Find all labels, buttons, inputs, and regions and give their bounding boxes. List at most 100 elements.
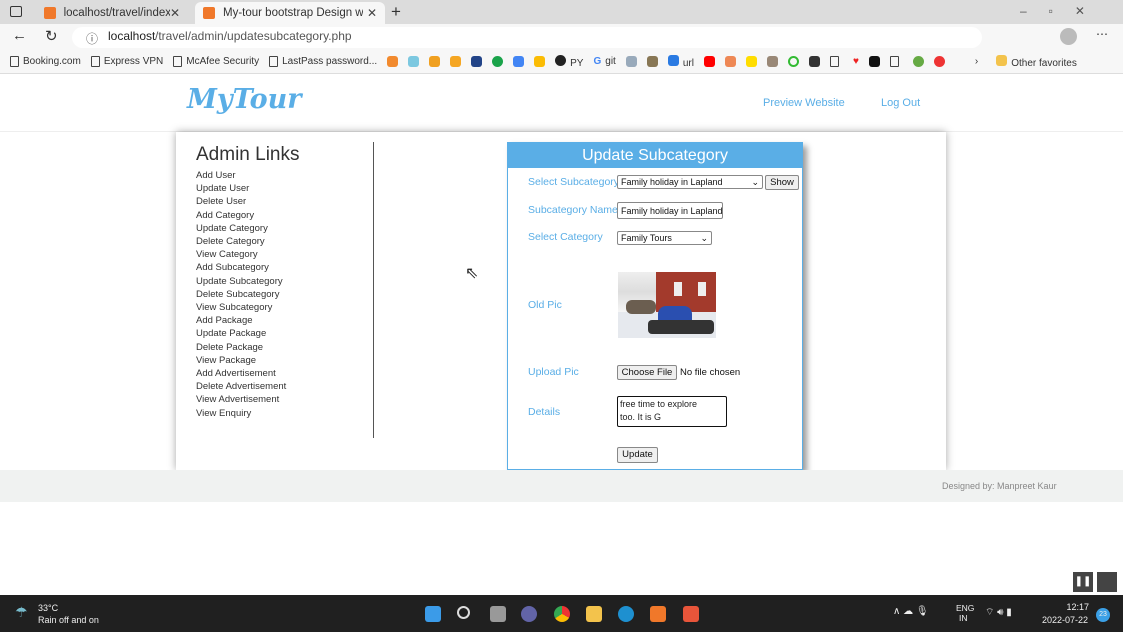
bookmark-icon[interactable] <box>829 56 839 67</box>
admin-link[interactable]: Delete Subcategory <box>196 288 286 301</box>
bookmark-icon[interactable] <box>429 56 441 67</box>
category-select[interactable]: Family Tours ⌄ <box>617 231 712 245</box>
tab-index[interactable]: localhost/travel/index.php#sectio✕ <box>36 2 188 24</box>
edge-icon[interactable] <box>618 606 634 622</box>
admin-link[interactable]: Update Package <box>196 327 286 340</box>
tab-mytour[interactable]: My-tour bootstrap Design websi✕ <box>195 2 385 24</box>
notification-badge[interactable]: 23 <box>1096 608 1110 622</box>
bookmark[interactable]: LastPass password... <box>269 55 377 67</box>
bookmark-icon[interactable] <box>912 56 924 67</box>
clock-time[interactable]: 12:17 <box>1059 602 1089 612</box>
admin-link[interactable]: View Package <box>196 354 286 367</box>
admin-link[interactable]: Update User <box>196 182 286 195</box>
admin-link[interactable]: View Enquiry <box>196 407 286 420</box>
bookmark[interactable]: McAfee Security <box>173 55 259 67</box>
task-view-icon[interactable] <box>490 606 506 622</box>
system-tray-icons[interactable]: ⌔ 🔊︎ ▮ <box>985 606 1012 619</box>
preview-website-link[interactable]: Preview Website <box>763 97 845 109</box>
logo[interactable]: MyTour <box>187 84 301 115</box>
admin-link[interactable]: Add Subcategory <box>196 261 286 274</box>
choose-file-button[interactable]: Choose File <box>617 365 677 380</box>
admin-link[interactable]: View Category <box>196 248 286 261</box>
more-icon[interactable]: ⋯ <box>1096 27 1108 41</box>
admin-link[interactable]: Add Category <box>196 209 286 222</box>
admin-link[interactable]: Add User <box>196 169 286 182</box>
file-explorer-icon[interactable] <box>586 606 602 622</box>
bookmark[interactable]: Ggit <box>593 56 615 67</box>
close-icon[interactable]: ✕ <box>367 6 377 20</box>
bookmark-icon[interactable] <box>933 56 945 67</box>
bookmark-icon[interactable] <box>724 56 736 67</box>
show-button[interactable]: Show <box>765 175 799 190</box>
subcategory-name-input[interactable]: Family holiday in Lapland <box>617 202 723 219</box>
bookmark-icon[interactable] <box>766 56 778 67</box>
info-icon: ⓘ <box>86 32 99 46</box>
github-icon <box>555 54 567 66</box>
profile-avatar[interactable] <box>1060 28 1077 45</box>
admin-link[interactable]: Delete Package <box>196 341 286 354</box>
bookmark[interactable]: PY <box>555 54 583 69</box>
wifi-icon <box>667 54 679 66</box>
bookmark-icon[interactable] <box>625 56 637 67</box>
logout-link[interactable]: Log Out <box>881 97 920 109</box>
bookmark[interactable]: Booking.com <box>10 55 81 67</box>
bookmark-icon[interactable] <box>889 56 899 67</box>
picture-in-picture-icon[interactable] <box>1097 572 1117 592</box>
window-controls[interactable]: –▫✕ <box>1020 4 1107 18</box>
clock-date[interactable]: 2022-07-22 <box>1042 615 1088 625</box>
tray-overflow-icon[interactable]: ∧ ☁ 🎙︎ <box>893 606 929 617</box>
bookmark-icon[interactable] <box>745 56 757 67</box>
other-favorites[interactable]: Other favorites <box>996 54 1077 69</box>
bookmark-icon[interactable] <box>513 56 525 67</box>
back-icon[interactable]: ← <box>12 27 27 44</box>
bookmark-icon[interactable] <box>450 56 462 67</box>
bookmark[interactable]: Express VPN <box>90 55 163 67</box>
search-icon[interactable] <box>457 606 470 619</box>
admin-link[interactable]: Delete User <box>196 195 286 208</box>
admin-link[interactable]: Add Advertisement <box>196 367 286 380</box>
teams-icon[interactable] <box>521 606 537 622</box>
bookmark-icon[interactable] <box>646 56 658 67</box>
admin-link[interactable]: Delete Advertisement <box>196 380 286 393</box>
select-category-label: Select Category <box>528 231 603 243</box>
bookmark-icon[interactable] <box>787 56 799 67</box>
new-tab-icon[interactable]: + <box>391 2 401 22</box>
admin-links-title: Admin Links <box>196 144 300 165</box>
bookmark-icon[interactable] <box>534 56 546 67</box>
admin-link[interactable]: View Subcategory <box>196 301 286 314</box>
subcategory-name-label: Subcategory Name <box>528 204 618 216</box>
admin-link[interactable]: View Advertisement <box>196 393 286 406</box>
start-icon[interactable] <box>425 606 441 622</box>
url-host[interactable]: localhost <box>108 29 156 43</box>
tab-actions-icon[interactable] <box>10 6 22 17</box>
xampp-icon[interactable] <box>650 606 666 622</box>
url-path[interactable]: /travel/admin/updatesubcategory.php <box>155 29 352 43</box>
chevron-right-icon[interactable]: › <box>975 56 978 67</box>
sublime-icon[interactable] <box>683 606 699 622</box>
admin-link[interactable]: Add Package <box>196 314 286 327</box>
weather-text: Rain off and on <box>38 615 99 625</box>
admin-link[interactable]: Delete Category <box>196 235 286 248</box>
close-icon[interactable]: ✕ <box>170 6 180 20</box>
details-label: Details <box>528 406 561 418</box>
admin-link[interactable]: Update Subcategory <box>196 275 286 288</box>
details-textarea[interactable]: free time to explore too. It is G <box>617 396 727 427</box>
heart-icon[interactable]: ♥ <box>853 56 859 67</box>
update-button[interactable]: Update <box>617 447 658 463</box>
admin-link[interactable]: Update Category <box>196 222 286 235</box>
bookmark[interactable]: url <box>667 54 694 69</box>
youtube-icon[interactable] <box>703 56 715 67</box>
bookmark-icon[interactable] <box>387 56 399 67</box>
refresh-icon[interactable]: ↻ <box>45 27 58 45</box>
subcategory-select[interactable]: Family holiday in Lapland ⌄ <box>617 175 763 189</box>
bookmark-icon[interactable] <box>868 56 880 67</box>
bookmark-icon[interactable] <box>408 56 420 67</box>
pause-icon[interactable]: ❚❚ <box>1073 572 1093 592</box>
tab-bar: localhost/travel/index.php#sectio✕ My-to… <box>0 0 1123 24</box>
bookmark-icon[interactable] <box>808 56 820 67</box>
bookmark-icon[interactable] <box>492 56 504 67</box>
chrome-icon[interactable] <box>554 606 570 622</box>
footer-credit: Designed by: Manpreet Kaur <box>942 481 1057 491</box>
bookmark-icon[interactable] <box>471 56 483 67</box>
language-indicator[interactable]: ENG IN <box>956 603 974 623</box>
